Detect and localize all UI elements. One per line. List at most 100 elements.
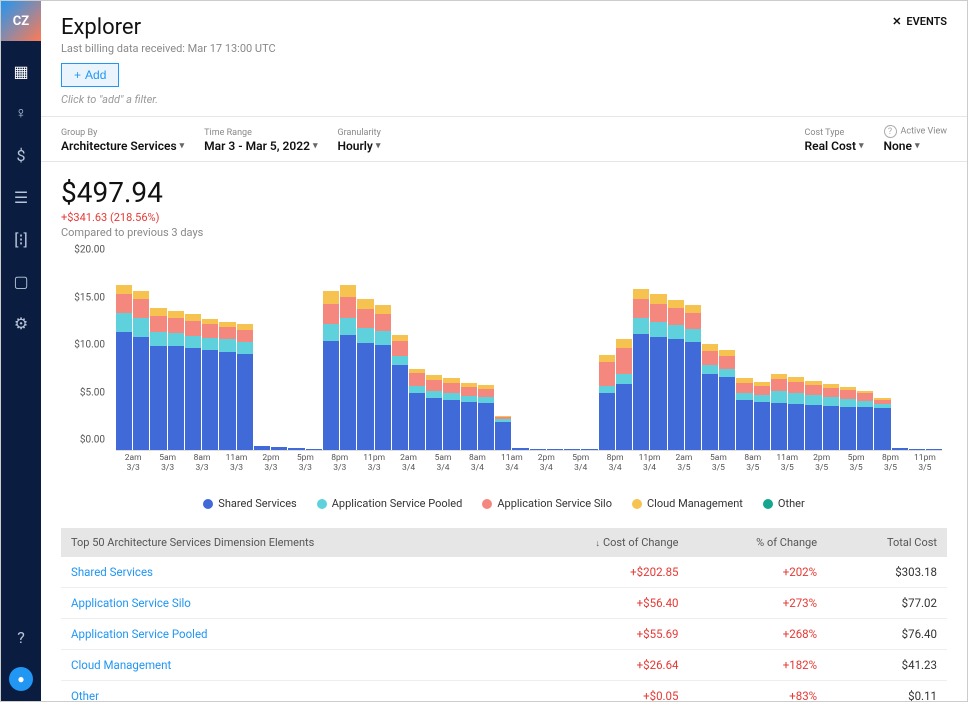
user-avatar[interactable]: ●: [9, 667, 33, 691]
bar[interactable]: [874, 261, 890, 450]
reports-icon[interactable]: ☰: [9, 185, 33, 209]
delta-text: +$341.63 (218.56%): [61, 211, 947, 224]
plus-icon: +: [74, 68, 81, 82]
dimension-table: Top 50 Architecture Services Dimension E…: [61, 528, 947, 701]
bar[interactable]: [616, 261, 632, 450]
bar[interactable]: [581, 261, 597, 450]
legend-item[interactable]: Shared Services: [203, 497, 296, 510]
dimension-link[interactable]: Shared Services: [61, 557, 512, 588]
events-label: EVENTS: [906, 15, 947, 28]
bar[interactable]: [719, 261, 735, 450]
bar[interactable]: [237, 261, 253, 450]
compare-text: Compared to previous 3 days: [61, 226, 947, 239]
brand-logo[interactable]: CZ: [1, 1, 41, 41]
table-title: Top 50 Architecture Services Dimension E…: [61, 528, 512, 557]
total-cost: $497.94: [61, 176, 947, 209]
time-range-dropdown[interactable]: Time Range Mar 3 - Mar 5, 2022: [204, 128, 317, 153]
bar[interactable]: [219, 261, 235, 450]
alerts-icon[interactable]: ▢: [9, 269, 33, 293]
last-billing-text: Last billing data received: Mar 17 13:00…: [61, 42, 276, 55]
bar[interactable]: [133, 261, 149, 450]
bar[interactable]: [426, 261, 442, 450]
bar[interactable]: [668, 261, 684, 450]
bar[interactable]: [650, 261, 666, 450]
bar[interactable]: [116, 261, 132, 450]
bar[interactable]: [495, 261, 511, 450]
bar[interactable]: [340, 261, 356, 450]
bar[interactable]: [771, 261, 787, 450]
table-row: Application Service Silo+$56.40+273%$77.…: [61, 588, 947, 619]
sort-down-icon: ↓: [595, 539, 600, 549]
col-pct[interactable]: % of Change: [689, 528, 828, 557]
granularity-dropdown[interactable]: Granularity Hourly: [338, 128, 381, 153]
dimension-link[interactable]: Application Service Pooled: [61, 619, 512, 650]
bar[interactable]: [788, 261, 804, 450]
col-change[interactable]: ↓Cost of Change: [512, 528, 689, 557]
cost-icon[interactable]: $: [9, 143, 33, 167]
bar[interactable]: [857, 261, 873, 450]
bar[interactable]: [185, 261, 201, 450]
sidebar: CZ ▦ ♀ $ ☰ [⁝] ▢ ⚙ ? ●: [1, 1, 41, 701]
bar[interactable]: [547, 261, 563, 450]
bar[interactable]: [271, 261, 287, 450]
bar[interactable]: [599, 261, 615, 450]
bar[interactable]: [461, 261, 477, 450]
bar[interactable]: [392, 261, 408, 450]
cost-chart: $0.00$5.00$10.00$15.00$20.00 2am3/35am3/…: [61, 261, 947, 481]
bar[interactable]: [478, 261, 494, 450]
bar[interactable]: [443, 261, 459, 450]
chart-legend: Shared Services Application Service Poole…: [61, 497, 947, 510]
filter-hint: Click to "add" a filter.: [61, 93, 947, 106]
bar[interactable]: [168, 261, 184, 450]
legend-item[interactable]: Application Service Silo: [482, 497, 612, 510]
bar[interactable]: [823, 261, 839, 450]
dimension-link[interactable]: Application Service Silo: [61, 588, 512, 619]
bar[interactable]: [685, 261, 701, 450]
bar[interactable]: [306, 261, 322, 450]
bar[interactable]: [702, 261, 718, 450]
bar[interactable]: [805, 261, 821, 450]
col-total[interactable]: Total Cost: [827, 528, 947, 557]
bar[interactable]: [323, 261, 339, 450]
bar[interactable]: [754, 261, 770, 450]
active-view-dropdown[interactable]: ?Active View None: [884, 125, 947, 153]
table-row: Other+$0.05+83%$0.11: [61, 681, 947, 702]
table-row: Cloud Management+$26.64+182%$41.23: [61, 650, 947, 681]
help-icon[interactable]: ?: [9, 625, 33, 649]
dimension-link[interactable]: Cloud Management: [61, 650, 512, 681]
table-row: Shared Services+$202.85+202%$303.18: [61, 557, 947, 588]
bar[interactable]: [512, 261, 528, 450]
legend-item[interactable]: Application Service Pooled: [317, 497, 463, 510]
table-row: Application Service Pooled+$55.69+268%$7…: [61, 619, 947, 650]
bar[interactable]: [736, 261, 752, 450]
dashboard-icon[interactable]: ▦: [9, 59, 33, 83]
events-button[interactable]: ✕ EVENTS: [892, 15, 947, 28]
page-title: Explorer: [61, 15, 276, 40]
bar[interactable]: [633, 261, 649, 450]
bar[interactable]: [288, 261, 304, 450]
bar[interactable]: [357, 261, 373, 450]
help-circle-icon[interactable]: ?: [884, 125, 897, 138]
group-by-dropdown[interactable]: Group By Architecture Services: [61, 128, 184, 153]
legend-item[interactable]: Cloud Management: [632, 497, 743, 510]
legend-item[interactable]: Other: [763, 497, 805, 510]
add-label: Add: [85, 68, 106, 82]
bar[interactable]: [564, 261, 580, 450]
bar[interactable]: [409, 261, 425, 450]
settings-icon[interactable]: ⚙: [9, 311, 33, 335]
add-filter-button[interactable]: + Add: [61, 63, 119, 87]
dimension-link[interactable]: Other: [61, 681, 512, 702]
events-icon: ✕: [892, 15, 901, 28]
bar[interactable]: [202, 261, 218, 450]
cost-type-dropdown[interactable]: Cost Type Real Cost: [805, 128, 864, 153]
bar[interactable]: [375, 261, 391, 450]
bar[interactable]: [150, 261, 166, 450]
bar[interactable]: [909, 261, 925, 450]
bar[interactable]: [530, 261, 546, 450]
insights-icon[interactable]: ♀: [9, 101, 33, 125]
bar[interactable]: [926, 261, 942, 450]
bar[interactable]: [840, 261, 856, 450]
bar[interactable]: [892, 261, 908, 450]
brackets-icon[interactable]: [⁝]: [9, 227, 33, 251]
bar[interactable]: [254, 261, 270, 450]
